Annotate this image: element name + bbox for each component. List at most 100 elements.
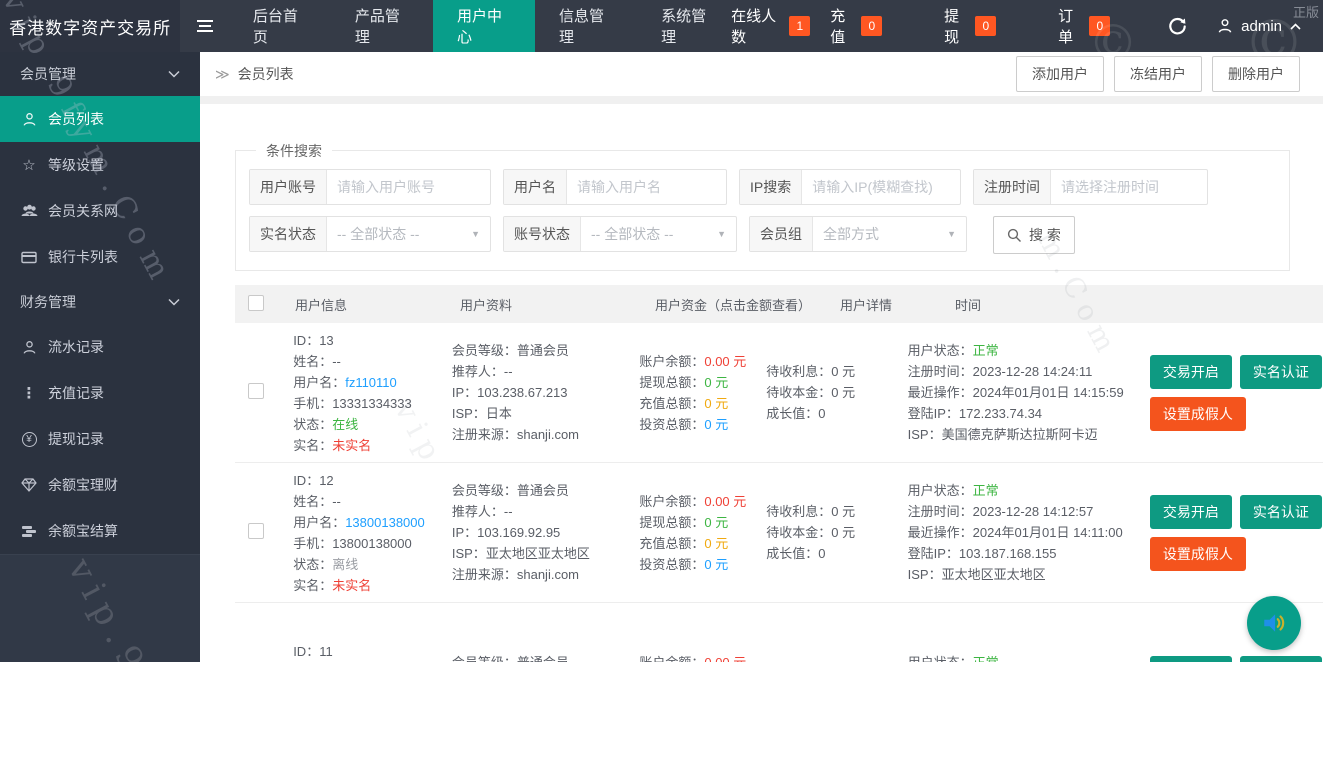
search-button[interactable]: 搜 索 bbox=[993, 216, 1075, 254]
field-line: 登陆IP：172.233.74.34 bbox=[908, 403, 1150, 424]
sidebar-item-label: 充值记录 bbox=[48, 385, 104, 401]
delete-user-button[interactable]: 删除用户 bbox=[1212, 56, 1300, 92]
recharge-count[interactable]: 充值 0 bbox=[820, 0, 892, 52]
row-action-button[interactable]: 交易开启 bbox=[1149, 655, 1232, 662]
gem-icon bbox=[20, 478, 38, 492]
field-label: 会员等级： bbox=[451, 483, 517, 498]
row-checkbox[interactable] bbox=[248, 383, 264, 399]
field-label: IP： bbox=[451, 525, 478, 540]
field-value[interactable]: 13800138000 bbox=[345, 515, 425, 530]
sidebar-item-level-settings[interactable]: ☆ 等级设置 bbox=[0, 142, 200, 188]
sidebar-group-member[interactable]: 会员管理 bbox=[0, 52, 200, 96]
sidebar-item-member-network[interactable]: 会员关系网 bbox=[0, 188, 200, 234]
field-label: ID： bbox=[293, 472, 320, 488]
field-label: 状态： bbox=[293, 416, 333, 432]
row-action-button[interactable]: 设置成假人 bbox=[1149, 396, 1246, 431]
field-line: 待收利息：0 元 bbox=[766, 501, 907, 522]
field-label: 用户状态： bbox=[907, 654, 973, 663]
user-info-cell: ID：13 姓名：-- 用户名：fz110110 手机：13331334333 状态：在… bbox=[293, 330, 452, 456]
member-group-select[interactable]: 全部方式 ▼ bbox=[813, 224, 966, 244]
select-value: 全部方式 bbox=[823, 226, 879, 242]
sidebar-item-label: 余额宝理财 bbox=[48, 477, 118, 493]
field-label: 账户余额： bbox=[639, 493, 705, 509]
yen-circle-icon: ¥ bbox=[20, 431, 38, 447]
field-line: ID：13 bbox=[293, 330, 452, 351]
refresh-button[interactable] bbox=[1148, 0, 1207, 52]
field-label: ISP： bbox=[451, 546, 486, 561]
select-all-checkbox[interactable] bbox=[248, 294, 264, 311]
row-action-button[interactable]: 交易开启 bbox=[1149, 494, 1232, 529]
field-value[interactable]: 0.00 元 bbox=[704, 354, 746, 369]
sidebar-group-finance[interactable]: 财务管理 bbox=[0, 280, 200, 324]
row-action-button[interactable]: 交易开启 bbox=[1149, 354, 1232, 389]
counter-badge: 0 bbox=[861, 16, 883, 36]
row-action-button[interactable]: 设置成假人 bbox=[1149, 536, 1246, 571]
username-input[interactable] bbox=[567, 179, 726, 195]
field-label: 成长值： bbox=[766, 406, 819, 421]
account-input[interactable] bbox=[327, 179, 490, 195]
sidebar-item-yuebao-settlement[interactable]: 余额宝结算 bbox=[0, 508, 200, 554]
sidebar-item-flow-records[interactable]: 流水记录 bbox=[0, 324, 200, 370]
page-toolbar: 添加用户 冻结用户 删除用户 bbox=[1016, 56, 1300, 92]
order-count[interactable]: 订单 0 bbox=[1048, 0, 1120, 52]
field-line: 会员等级：普通会员 bbox=[452, 652, 640, 663]
user-menu[interactable]: admin bbox=[1207, 0, 1323, 52]
field-value[interactable]: 0 元 bbox=[704, 375, 728, 390]
field-label: ID： bbox=[293, 332, 320, 348]
field-value[interactable]: 0 元 bbox=[704, 515, 728, 530]
nav-item-dashboard[interactable]: 后台首页 bbox=[229, 0, 331, 52]
user-name: admin bbox=[1241, 17, 1282, 35]
field-line: 账户余额：0.00 元 bbox=[639, 491, 766, 512]
ip-search-input[interactable] bbox=[802, 179, 960, 195]
withdraw-count[interactable]: 提现 0 bbox=[934, 0, 1006, 52]
add-user-button[interactable]: 添加用户 bbox=[1016, 56, 1104, 92]
user-icon bbox=[20, 112, 38, 127]
field-value[interactable]: 0 元 bbox=[704, 417, 728, 432]
sidebar-item-member-list[interactable]: 会员列表 bbox=[0, 96, 200, 142]
time-cell: 用户状态：正常 注册时间：2023-12-28 14:12:57 最近操作：2024… bbox=[908, 480, 1150, 585]
field-value: shanji.com bbox=[516, 567, 579, 582]
field-line: ISP：美国德克萨斯达拉斯阿卡迈 bbox=[908, 424, 1150, 445]
field-value: 0 bbox=[818, 406, 826, 421]
row-checkbox[interactable] bbox=[248, 523, 264, 539]
members-table: 用户信息 用户资料 用户资金（点击金额查看） 用户详情 时间 ID：13 姓名：-… bbox=[235, 285, 1323, 662]
field-value[interactable]: 0.00 元 bbox=[704, 655, 746, 663]
field-value[interactable]: fz110110 bbox=[345, 375, 397, 390]
main-content: ≫ 会员列表 添加用户 冻结用户 删除用户 条件搜索 用户账号 用户名 IP搜索 bbox=[200, 52, 1323, 662]
row-action-button[interactable]: 实名认证 bbox=[1239, 655, 1322, 662]
field-value[interactable]: 0 元 bbox=[704, 396, 728, 411]
row-action-button[interactable]: 实名认证 bbox=[1239, 494, 1322, 529]
account-status-select[interactable]: -- 全部状态 -- ▼ bbox=[581, 224, 736, 244]
freeze-user-button[interactable]: 冻结用户 bbox=[1114, 56, 1202, 92]
member-group-group: 会员组 全部方式 ▼ bbox=[749, 216, 967, 252]
search-panel: 条件搜索 用户账号 用户名 IP搜索 注册时间 实名状态 bbox=[235, 141, 1290, 271]
counter-badge: 0 bbox=[975, 16, 997, 36]
divider bbox=[200, 96, 1323, 104]
sidebar-item-recharge-records[interactable]: ⋮ 充值记录 bbox=[0, 370, 200, 416]
sidebar-item-bank-cards[interactable]: 银行卡列表 bbox=[0, 234, 200, 280]
nav-item-system[interactable]: 系统管理 bbox=[637, 0, 721, 52]
field-line: 账户余额：0.00 元 bbox=[639, 652, 766, 663]
field-line: 登陆IP：103.187.168.155 bbox=[908, 543, 1150, 564]
field-value[interactable]: 0 元 bbox=[704, 557, 728, 572]
menu-toggle-button[interactable] bbox=[180, 0, 229, 52]
nav-item-info[interactable]: 信息管理 bbox=[535, 0, 637, 52]
sidebar-item-withdraw-records[interactable]: ¥ 提现记录 bbox=[0, 416, 200, 462]
nav-item-products[interactable]: 产品管理 bbox=[331, 0, 433, 52]
online-count[interactable]: 在线人数 1 bbox=[721, 0, 820, 52]
sidebar-item-yuebao-finance[interactable]: 余额宝理财 bbox=[0, 462, 200, 508]
sound-float-button[interactable] bbox=[1247, 596, 1301, 650]
field-value: 172.233.74.34 bbox=[958, 406, 1043, 421]
nav-item-user-center[interactable]: 用户中心 bbox=[432, 0, 536, 52]
field-value[interactable]: 0.00 元 bbox=[704, 494, 746, 509]
speaker-icon bbox=[1260, 610, 1288, 636]
field-label: 提现总额： bbox=[639, 374, 705, 390]
field-line: ID：11 bbox=[293, 641, 452, 662]
user-profile-cell: 会员等级：普通会员推荐人：-- bbox=[452, 652, 640, 663]
register-time-input[interactable] bbox=[1051, 179, 1207, 195]
row-action-button[interactable]: 实名认证 bbox=[1239, 354, 1322, 389]
field-line: 姓名：-- bbox=[293, 491, 452, 512]
field-line: 用户状态：正常 bbox=[908, 652, 1150, 663]
realname-status-select[interactable]: -- 全部状态 -- ▼ bbox=[327, 224, 490, 244]
field-value[interactable]: 0 元 bbox=[704, 536, 728, 551]
